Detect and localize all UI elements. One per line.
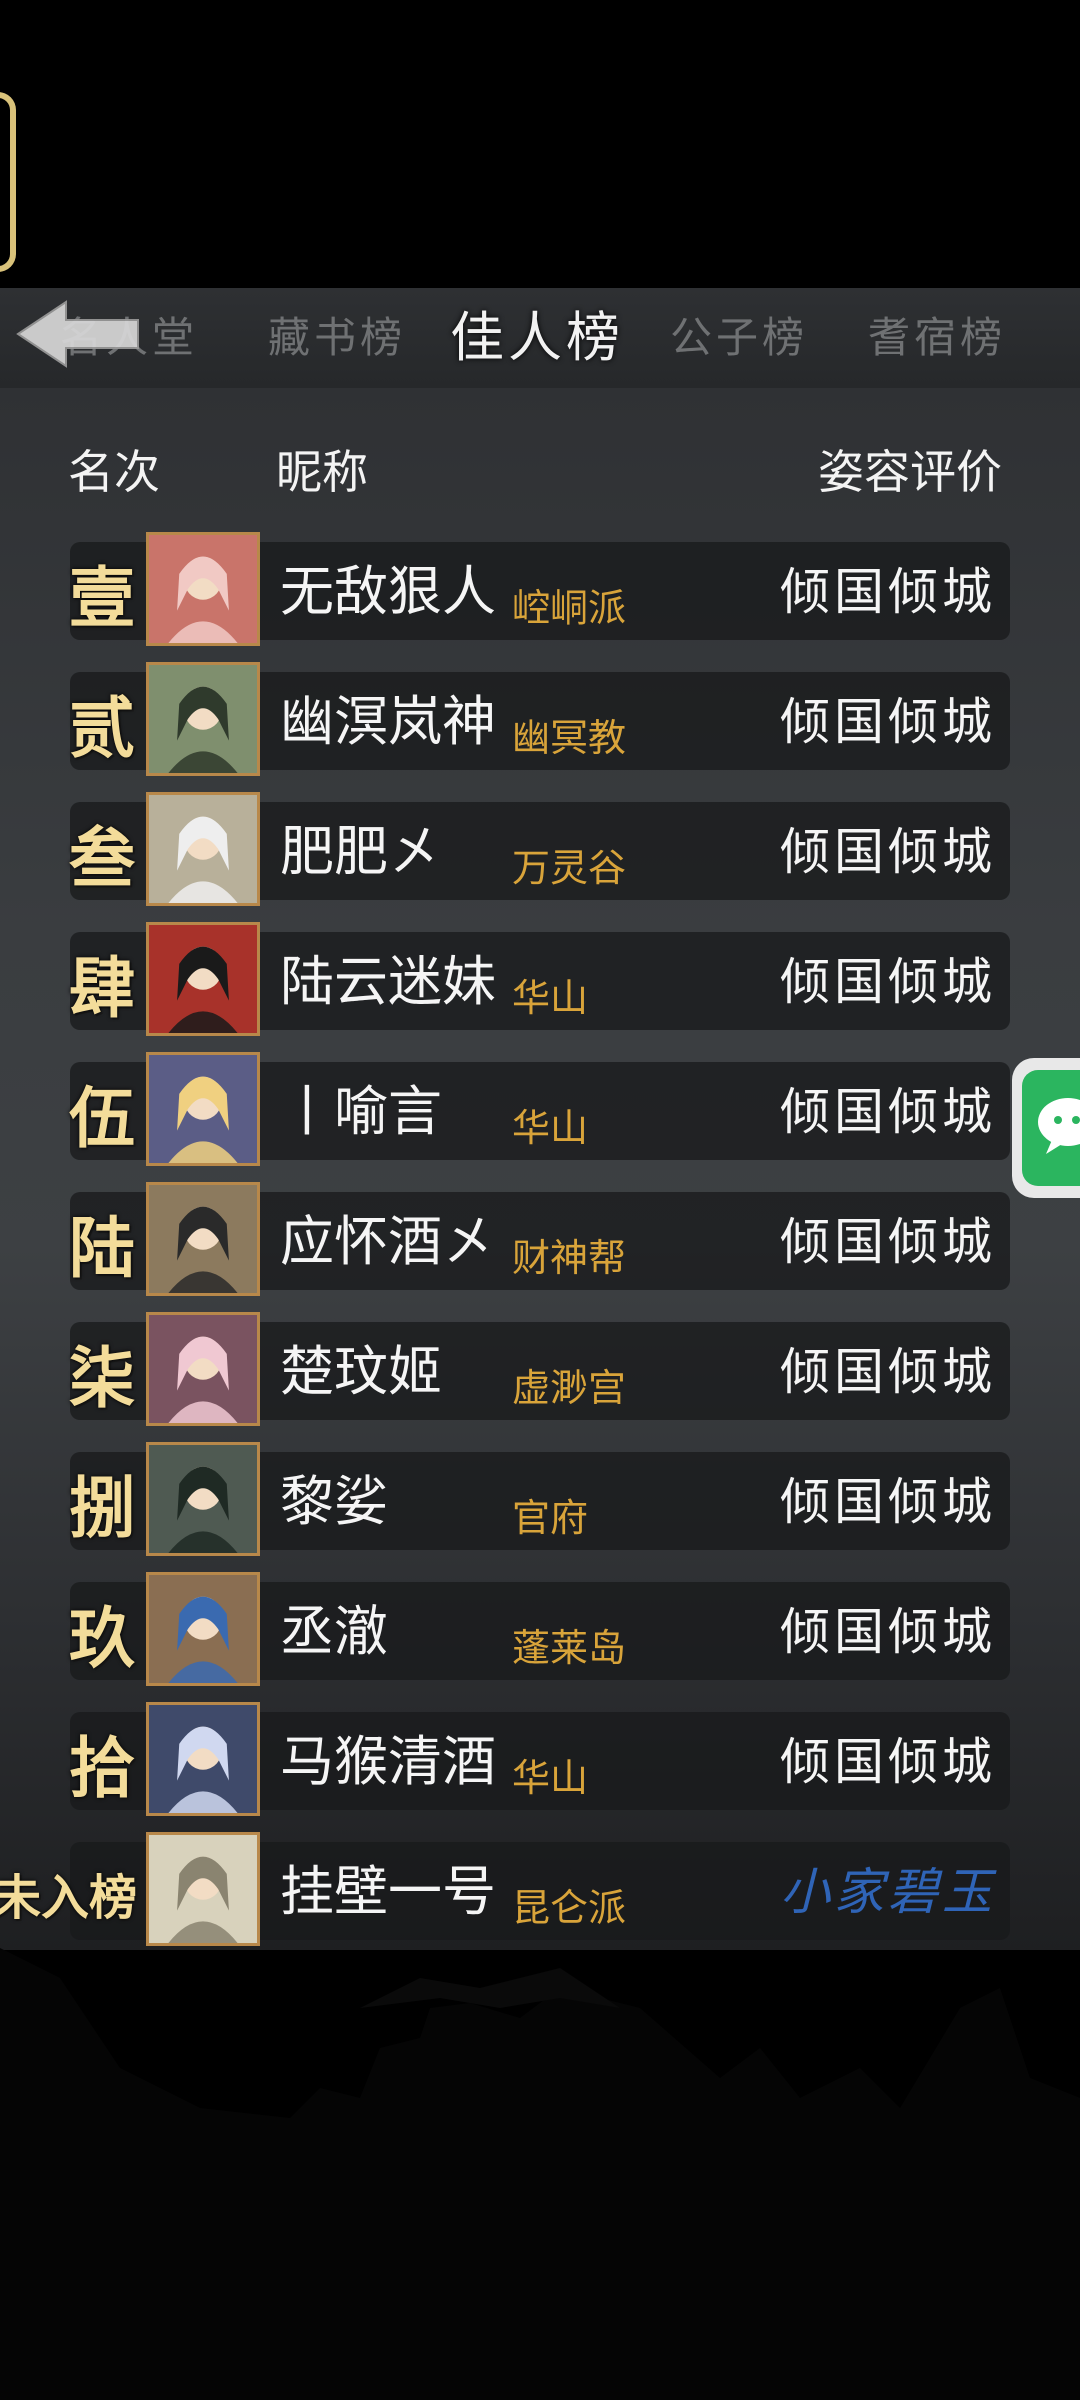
player-nickname[interactable]: 马猴清酒: [280, 1722, 496, 1802]
tab-elder-ranking[interactable]: 耆宿榜: [868, 288, 1006, 388]
rank-label: 未入榜: [0, 1870, 137, 1926]
player-sect: 华山: [512, 1756, 589, 1800]
moon-lady-avatar[interactable]: [146, 1052, 260, 1166]
dark-robe-avatar[interactable]: [146, 1442, 260, 1556]
tab-beauty-ranking[interactable]: 佳人榜: [450, 288, 624, 388]
swordswoman-avatar[interactable]: [146, 1182, 260, 1296]
player-sect: 财神帮: [512, 1236, 627, 1280]
player-sect: 万灵谷: [512, 846, 627, 890]
rank-label: 拾: [69, 1729, 135, 1807]
rank-label: 贰: [69, 689, 135, 767]
beauty-rating: 倾国倾城: [780, 693, 996, 751]
rank-label: 壹: [69, 559, 135, 637]
player-sect: 官府: [512, 1496, 589, 1540]
plum-lady-avatar[interactable]: [146, 1312, 260, 1426]
player-nickname[interactable]: 陆云迷妹: [280, 942, 496, 1022]
player-nickname[interactable]: 肥肥㐅: [280, 812, 442, 892]
ranking-row[interactable]: 叁 肥肥㐅 万灵谷 倾国倾城: [0, 790, 1080, 920]
player-sect: 蓬莱岛: [512, 1626, 627, 1670]
back-arrow-icon[interactable]: [14, 298, 144, 370]
menu-frame-edge[interactable]: [0, 92, 16, 272]
player-nickname[interactable]: 丞澈: [280, 1592, 388, 1672]
header-beauty-rating: 姿容评价: [818, 445, 1002, 499]
white-hair-avatar[interactable]: [146, 792, 260, 906]
rank-label: 柒: [69, 1339, 135, 1417]
wechat-share-button[interactable]: [1012, 1058, 1080, 1198]
beauty-rating: 倾国倾城: [780, 1473, 996, 1531]
beauty-rating: 倾国倾城: [780, 823, 996, 881]
beauty-rating: 倾国倾城: [780, 563, 996, 621]
tab-book-ranking[interactable]: 藏书榜: [268, 288, 406, 388]
rank-label: 玖: [69, 1599, 135, 1677]
ranking-row[interactable]: 柒 楚玟姬 虚渺宫 倾国倾城: [0, 1310, 1080, 1440]
rank-label: 叁: [69, 819, 135, 897]
player-nickname[interactable]: 楚玟姬: [280, 1332, 442, 1412]
beauty-rating: 倾国倾城: [780, 1603, 996, 1661]
maiden-green-avatar[interactable]: [146, 662, 260, 776]
leaderboard-screen: 名人堂 藏书榜 佳人榜 公子榜 耆宿榜 名次 昵称 姿容评价 壹无敌狠人崆峒派倾…: [0, 0, 1080, 2400]
ink-landscape-decoration: [0, 1948, 1080, 2400]
rank-label: 肆: [69, 949, 135, 1027]
wechat-icon: [1022, 1070, 1080, 1186]
player-sect: 昆仑派: [512, 1886, 627, 1930]
player-sect: 崆峒派: [512, 586, 627, 630]
beauty-rating: 小家碧玉: [780, 1863, 996, 1921]
ranking-row[interactable]: 拾 马猴清酒 华山 倾国倾城: [0, 1700, 1080, 1830]
ranking-row[interactable]: 壹 无敌狠人 崆峒派 倾国倾城: [0, 530, 1080, 660]
player-sect: 华山: [512, 976, 589, 1020]
player-nickname[interactable]: 无敌狠人: [280, 552, 496, 632]
beauty-rating: 倾国倾城: [780, 953, 996, 1011]
ranking-row[interactable]: 玖 丞澈 蓬莱岛 倾国倾城: [0, 1570, 1080, 1700]
ranking-row[interactable]: 伍 丨喻言 华山 倾国倾城: [0, 1050, 1080, 1180]
sketch-avatar[interactable]: [146, 1832, 260, 1946]
player-nickname[interactable]: 丨喻言: [280, 1072, 442, 1152]
beauty-rating: 倾国倾城: [780, 1213, 996, 1271]
player-nickname[interactable]: 应怀酒㐅: [280, 1202, 496, 1282]
bunny-avatar[interactable]: [146, 532, 260, 646]
dancer-avatar[interactable]: [146, 1702, 260, 1816]
beauty-rating: 倾国倾城: [780, 1083, 996, 1141]
ranking-row[interactable]: 肆 陆云迷妹 华山 倾国倾城: [0, 920, 1080, 1050]
tab-gentleman-ranking[interactable]: 公子榜: [670, 288, 808, 388]
player-nickname[interactable]: 黎娑: [280, 1462, 388, 1542]
ranking-row[interactable]: 陆 应怀酒㐅 财神帮 倾国倾城: [0, 1180, 1080, 1310]
player-sect: 华山: [512, 1106, 589, 1150]
player-nickname[interactable]: 挂壁一号: [280, 1852, 496, 1932]
rank-label: 陆: [69, 1209, 135, 1287]
rank-label: 捌: [69, 1469, 135, 1547]
header-nickname: 昵称: [276, 445, 368, 499]
beauty-rating: 倾国倾城: [780, 1733, 996, 1791]
ranking-row[interactable]: 贰 幽溟岚神 幽冥教 倾国倾城: [0, 660, 1080, 790]
beauty-rating: 倾国倾城: [780, 1343, 996, 1401]
player-sect: 虚渺宫: [512, 1366, 627, 1410]
player-nickname[interactable]: 幽溟岚神: [280, 682, 496, 762]
player-sect: 幽冥教: [512, 716, 627, 760]
red-fortune-avatar[interactable]: [146, 922, 260, 1036]
tab-bar: 名人堂 藏书榜 佳人榜 公子榜 耆宿榜: [0, 288, 1080, 388]
ranking-row[interactable]: 未入榜 挂壁一号 昆仑派 小家碧玉: [0, 1830, 1080, 1960]
blue-hair-avatar[interactable]: [146, 1572, 260, 1686]
ranking-row[interactable]: 捌 黎娑 官府 倾国倾城: [0, 1440, 1080, 1570]
header-rank: 名次: [68, 445, 160, 499]
rank-label: 伍: [69, 1079, 135, 1157]
